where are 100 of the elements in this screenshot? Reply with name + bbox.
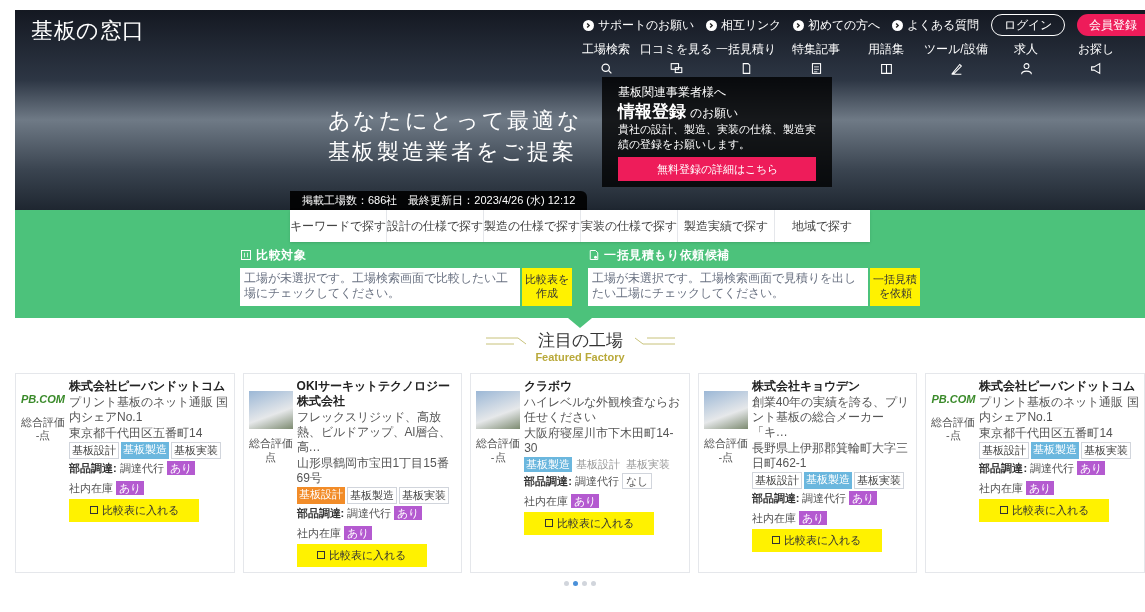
search-icon [599,62,613,75]
add-to-comparison-button[interactable]: 比較表に入れる [979,499,1110,522]
rating-label: 総合評価 [21,415,65,430]
service-tag: 基板設計 [574,457,623,472]
company-logo: PB.COM [931,392,976,407]
nav-item[interactable]: 口コミを見る [643,40,709,75]
selection-field[interactable]: 工場が未選択です。工場検索画面で見積りを出したい工場にチェックしてください。 [588,268,868,306]
service-tag: 基板製造 [1031,442,1080,459]
notice-lead: 基板関連事業者様へ [618,84,728,101]
search-tab[interactable]: 地域で探す [773,210,870,242]
factory-address: 大阪府寝屋川市下木田町14-30 [524,426,675,456]
rating-label: 総合評価 [248,437,293,451]
section-title: 注目の工場 [537,330,623,352]
parts-item-label: 社内在庫 [751,510,796,526]
service-tag: 基板製造 [524,457,573,472]
register-button[interactable]: 会員登録 [1077,14,1145,36]
arrow-circle-icon [583,19,594,31]
checkbox-icon [999,506,1008,515]
speech-bubbles-icon [669,62,683,75]
factory-name[interactable]: OKIサーキットテクノロジー株式会社 [296,379,457,409]
availability-badge: あり [849,491,878,506]
newspaper-icon [809,62,823,75]
panel-action-button[interactable]: 比較表を作成 [522,268,572,306]
add-to-comparison-button[interactable]: 比較表に入れる [296,544,427,567]
service-tag: 基板設計 [69,442,119,459]
top-link[interactable]: 初めての方へ [793,16,880,34]
availability-badge: あり [343,525,372,540]
factory-description: 創業40年の実績を誇る、プリント基板の総合メーカー「キ… [751,395,911,440]
register-details-button[interactable]: 無料登録の詳細はこちら [618,156,817,181]
factory-name[interactable]: 株式会社キョウデン [751,379,912,394]
service-tag: 基板設計 [296,487,345,504]
rating-label: 総合評価 [703,437,748,451]
nav-item[interactable]: 特集記事 [783,40,849,75]
parts-item-label: 調達代行 [574,474,619,489]
photo-placeholder [248,391,293,429]
factory-address: 東京都千代田区五番町14 [979,426,1114,441]
availability-badge: あり [1026,480,1055,495]
search-tab[interactable]: 製造実績で探す [677,210,774,242]
service-tag: 基板実装 [398,487,449,504]
add-to-comparison-button[interactable]: 比較表に入れる [69,499,199,522]
top-link[interactable]: 相互リンク [706,16,781,34]
availability-badge: あり [798,510,827,525]
factory-address: 東京都千代田区五番町14 [69,426,204,441]
person-icon [1019,62,1033,75]
factory-address: 山形県鶴岡市宝田1丁目15番69号 [296,456,450,486]
factory-name[interactable]: 株式会社ピーバンドットコム [979,379,1139,394]
factory-name[interactable]: クラボウ [524,379,684,394]
megaphone-icon [1089,62,1103,75]
selection-field[interactable]: 工場が未選択です。工場検索画面で比較したい工場にチェックしてください。 [240,268,520,306]
service-tag: 基板実装 [171,442,221,459]
parts-label: 部品調達: [69,461,117,476]
parts-item-label: 調達代行 [347,506,392,521]
nav-item[interactable]: お探し [1063,40,1129,75]
factory-address: 長野県上伊那郡箕輪町大字三日町462-1 [751,441,909,471]
top-link[interactable]: よくある質問 [892,16,979,34]
section-subtitle: Featured Factory [535,351,625,365]
availability-badge: なし [621,473,652,490]
factory-card[interactable]: PB.COM 総合評価 -点 株式会社ピーバンドットコム プリント基板のネット通販 国内シェアNo.1 東京都千代田区五番町14 基板設計 基板製造 基板実装 部品調達: 調達代行 あり 社内在庫 あり 比較表に入れる [925,373,1145,573]
checkbox-icon [317,551,326,560]
search-tab[interactable]: 実装の仕様で探す [580,210,677,242]
nav-item[interactable]: 用語集 [853,40,919,75]
factory-description: ハイレベルな外観検査ならお任せください [524,395,682,425]
panel-action-button[interactable]: 一括見積を依頼 [870,268,920,306]
nav-item[interactable]: 工場検索 [573,40,639,75]
hero-headline: あなたにとって最適な [327,106,583,134]
service-tag: 基板実装 [1081,442,1132,459]
site-logo[interactable]: 基板の窓口 [31,18,145,43]
rating-value: -点 [35,429,51,443]
factory-card[interactable]: PB.COM 総合評価 -点 株式会社ピーバンドットコム プリント基板のネット通販 国内シェアNo.1 東京都千代田区五番町14 基板設計 基板製造 基板実装 部品調達: 調達代行 あり 社内在庫 あり 比較表に入れる [15,373,235,573]
nav-item[interactable]: ツール/設備 [923,40,989,75]
top-link[interactable]: サポートのお願い [583,16,694,34]
nav-item[interactable]: 一括見積り [713,40,779,75]
photo-placeholder [703,391,748,429]
service-tag: 基板製造 [803,472,852,489]
service-tag: 基板実装 [853,472,904,489]
parts-label: 部品調達: [296,506,345,521]
search-tab[interactable]: キーワードで探す [290,210,386,242]
service-tag: 基板製造 [121,442,169,459]
search-tab[interactable]: 製造の仕様で探す [483,210,580,242]
rating-value: -点 [946,429,961,443]
arrow-circle-icon [892,19,903,31]
rating-value: -点 [718,450,734,465]
add-to-comparison-button[interactable]: 比較表に入れる [751,529,882,552]
search-tab[interactable]: 設計の仕様で探す [386,210,483,242]
nav-item[interactable]: 求人 [993,40,1059,75]
rating-label: 総合評価 [476,437,521,451]
rating-label: 総合評価 [931,415,976,430]
stats-label: 掲載工場数：686社 最終更新日：2023/4/26 (水) 12:12 [290,191,588,210]
rating-value: 点 [265,450,277,465]
parts-label: 部品調達: [979,461,1028,476]
factory-name[interactable]: 株式会社ピーバンドットコム [69,379,229,394]
availability-badge: あり [571,493,600,508]
hero-headline: 基板製造業者をご提案 [327,138,578,166]
parts-item-label: 調達代行 [802,491,847,506]
add-to-comparison-button[interactable]: 比較表に入れる [524,512,655,535]
checkbox-icon [772,536,781,545]
parts-label: 部品調達: [751,491,800,506]
document-icon [588,249,600,261]
notice-title-suffix: のお願い [690,105,739,122]
availability-badge: あり [1077,461,1106,476]
